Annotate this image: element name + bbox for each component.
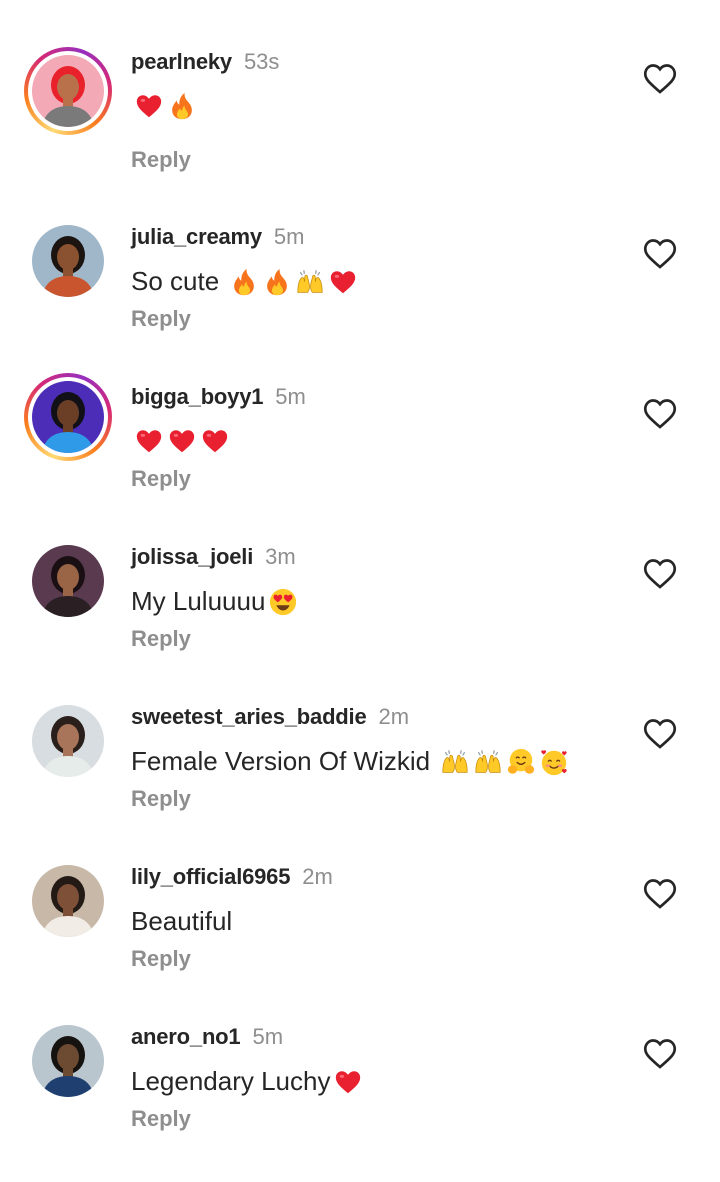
comment-timestamp: 5m (275, 384, 306, 409)
comment-item: pearlneky 53s Reply (0, 47, 720, 207)
comment-text (131, 426, 230, 456)
comment-username[interactable]: jolissa_joeli (131, 544, 253, 570)
red-heart-emoji (328, 267, 358, 297)
comment-text-content: Female Version Of Wizkid (131, 746, 438, 776)
comment-username[interactable]: pearlneky (131, 49, 232, 75)
heart-outline-icon (643, 60, 677, 99)
comment-timestamp: 2m (302, 864, 333, 889)
avatar-image (32, 381, 104, 453)
comment-username[interactable]: julia_creamy (131, 224, 262, 250)
like-button[interactable] (642, 61, 678, 97)
comment-username[interactable]: sweetest_aries_baddie (131, 704, 367, 730)
heart-outline-icon (643, 555, 677, 594)
avatar[interactable] (24, 217, 112, 305)
comment-text-content: So cute (131, 266, 227, 296)
heart-outline-icon (643, 715, 677, 754)
avatar[interactable] (24, 857, 112, 945)
heart-outline-icon (643, 875, 677, 914)
comment-timestamp: 3m (265, 544, 296, 569)
comment-item: lily_official6965 2m Beautiful Reply (0, 862, 720, 1022)
red-heart-emoji (200, 426, 230, 456)
comment-text-content: Legendary Luchy (131, 1066, 331, 1096)
red-heart-emoji (333, 1067, 363, 1097)
like-button[interactable] (642, 236, 678, 272)
comment-item: bigga_boyy1 5m Reply (0, 373, 720, 542)
comment-text: So cute (131, 266, 358, 297)
comments-list: pearlneky 53s Reply julia_creamy 5m So cute R… (0, 0, 720, 1131)
comment-item: julia_creamy 5m So cute Reply (0, 222, 720, 382)
comment-username[interactable]: anero_no1 (131, 1024, 241, 1050)
comment-timestamp: 53s (243, 49, 280, 74)
reply-button[interactable]: Reply (131, 466, 191, 492)
raising-hands-emoji (440, 747, 470, 777)
fire-emoji (262, 267, 292, 297)
fire-emoji (167, 91, 197, 121)
reply-button[interactable]: Reply (131, 946, 191, 972)
heart-outline-icon (643, 235, 677, 274)
heart-outline-icon (643, 1035, 677, 1074)
comment-timestamp: 5m (252, 1024, 284, 1049)
comment-text-content: Beautiful (131, 906, 233, 936)
reply-button[interactable]: Reply (131, 786, 191, 812)
avatar-image (32, 55, 104, 127)
red-heart-emoji (134, 426, 164, 456)
hugging-face-emoji (506, 747, 536, 777)
smiling-hearts-emoji (539, 747, 569, 777)
comment-text: Legendary Luchy (131, 1066, 363, 1097)
avatar-image (32, 545, 104, 617)
avatar[interactable] (24, 373, 112, 461)
avatar-image (32, 225, 104, 297)
heart-outline-icon (643, 395, 677, 434)
reply-button[interactable]: Reply (131, 306, 191, 332)
like-button[interactable] (642, 556, 678, 592)
raising-hands-emoji (473, 747, 503, 777)
reply-button[interactable]: Reply (131, 147, 191, 173)
comment-username[interactable]: bigga_boyy1 (131, 384, 263, 410)
like-button[interactable] (642, 876, 678, 912)
comment-item: anero_no1 5m Legendary Luchy Reply (0, 1022, 720, 1182)
comment-text-content: My Luluuuu (131, 586, 266, 616)
raising-hands-emoji (295, 267, 325, 297)
reply-button[interactable]: Reply (131, 1106, 191, 1132)
comment-text (131, 91, 197, 121)
comment-timestamp: 5m (273, 224, 305, 249)
comment-text: Female Version Of Wizkid (131, 746, 569, 777)
avatar[interactable] (24, 1017, 112, 1105)
red-heart-emoji (167, 426, 197, 456)
heart-eyes-emoji (268, 587, 298, 617)
fire-emoji (229, 267, 259, 297)
avatar-image (32, 1025, 104, 1097)
reply-button[interactable]: Reply (131, 626, 191, 652)
avatar-image (32, 705, 104, 777)
comment-username[interactable]: lily_official6965 (131, 864, 290, 890)
like-button[interactable] (642, 1036, 678, 1072)
avatar[interactable] (24, 697, 112, 785)
comment-item: jolissa_joeli 3m My Luluuuu Reply (0, 542, 720, 702)
comment-text: My Luluuuu (131, 586, 298, 617)
like-button[interactable] (642, 396, 678, 432)
avatar[interactable] (24, 47, 112, 135)
comment-item: sweetest_aries_baddie 2m Female Version Of… (0, 702, 720, 862)
comment-timestamp: 2m (378, 704, 410, 729)
like-button[interactable] (642, 716, 678, 752)
comment-text: Beautiful (131, 906, 232, 937)
red-heart-emoji (134, 91, 164, 121)
avatar-image (32, 865, 104, 937)
avatar[interactable] (24, 537, 112, 625)
